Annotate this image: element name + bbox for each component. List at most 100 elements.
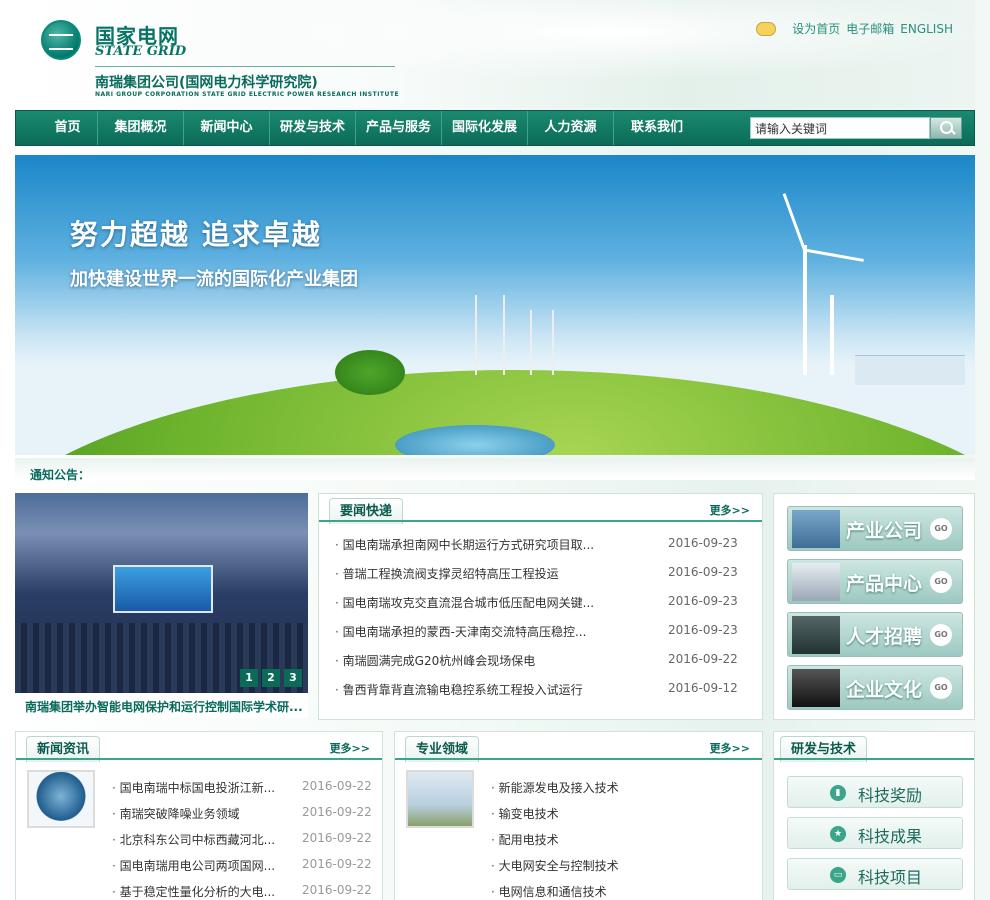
- list-item[interactable]: 基于稳定性量化分析的大电... 2016-09-22: [16, 876, 382, 900]
- company-name-en: NARI GROUP CORPORATION STATE GRID ELECTR…: [95, 91, 400, 98]
- city-skyline: [855, 355, 965, 385]
- news-info-more[interactable]: 更多>>: [330, 740, 370, 756]
- rd-panel: 研发与技术 ▮ 科技奖励 ★ 科技成果 ▭ 科技项目: [773, 731, 975, 900]
- wind-turbine: [830, 295, 834, 375]
- list-item[interactable]: 普瑞工程换流阀支撑灵绍特高压工程投运 2016-09-23: [319, 558, 762, 587]
- item-title[interactable]: 新能源发电及接入技术: [491, 779, 619, 796]
- news-flash-panel: 要闻快递 更多>> 国电南瑞承担南网中长期运行方式研究项目取...2016-09…: [318, 493, 763, 720]
- recruitment-button[interactable]: 人才招聘 GO: [787, 612, 963, 657]
- item-title[interactable]: 国电南瑞攻克交直流混合城市低压配电网关键...: [335, 594, 594, 611]
- photo-slider[interactable]: 1 2 3 南瑞集团举办智能电网保护和运行控制国际学术研...: [15, 493, 308, 718]
- nav-home[interactable]: 首页: [38, 111, 98, 145]
- item-title[interactable]: 普瑞工程换流阀支撑灵绍特高压工程投运: [335, 565, 559, 582]
- item-title[interactable]: 电网信息和通信技术: [491, 883, 607, 900]
- power-tower-icon: [792, 510, 840, 548]
- conference-photo[interactable]: 1 2 3: [15, 493, 308, 693]
- slide-dot-1[interactable]: 1: [240, 669, 258, 687]
- nav-rd-tech[interactable]: 研发与技术: [270, 111, 356, 145]
- wind-turbine: [803, 245, 807, 375]
- list-item[interactable]: 国电南瑞承担的蒙西-天津南交流特高压稳控... 2016-09-23: [319, 616, 762, 645]
- stage-screen: [113, 565, 213, 613]
- photo-caption[interactable]: 南瑞集团举办智能电网保护和运行控制国际学术研...: [25, 698, 305, 715]
- state-grid-logo-icon[interactable]: [41, 20, 81, 60]
- industry-company-button[interactable]: 产业公司 GO: [787, 506, 963, 551]
- nav-group-overview[interactable]: 集团概况: [98, 111, 184, 145]
- nav-international[interactable]: 国际化发展: [442, 111, 528, 145]
- item-date: 2016-09-22: [302, 831, 372, 845]
- item-title[interactable]: 南瑞圆满完成G20杭州峰会现场保电: [335, 652, 536, 669]
- slide-dot-3[interactable]: 3: [284, 669, 302, 687]
- corporate-culture-button[interactable]: 企业文化 GO: [787, 665, 963, 710]
- item-title[interactable]: 国电南瑞承担南网中长期运行方式研究项目取...: [335, 536, 594, 553]
- panel-divider: [319, 520, 762, 522]
- go-icon: GO: [930, 624, 952, 646]
- news-flash-more[interactable]: 更多>>: [710, 502, 750, 518]
- list-item[interactable]: 北京科东公司中标西藏河北... 2016-09-22: [16, 824, 382, 853]
- award-icon: ▮: [830, 785, 846, 801]
- button-label: 产业公司: [846, 520, 923, 542]
- panel-divider: [16, 758, 382, 760]
- tech-project-button[interactable]: ▭ 科技项目: [787, 858, 963, 890]
- go-icon: GO: [930, 677, 952, 699]
- nav-hr[interactable]: 人力资源: [528, 111, 614, 145]
- brand-name-en: STATE GRID: [95, 44, 187, 59]
- product-center-button[interactable]: 产品中心 GO: [787, 559, 963, 604]
- news-info-panel: 新闻资讯 更多>> 国电南瑞中标国电投浙江新...2016-09-22 南瑞突破…: [15, 731, 383, 900]
- search-icon[interactable]: [930, 117, 962, 139]
- item-title[interactable]: 鲁西背靠背直流输电稳控系统工程投入试运行: [335, 681, 583, 698]
- hero-banner[interactable]: 努力超越 追求卓越 加快建设世界一流的国际化产业集团: [15, 155, 975, 455]
- english-link[interactable]: ENGLISH: [900, 22, 953, 36]
- set-home-link[interactable]: 设为首页: [792, 20, 840, 37]
- list-item[interactable]: 电网信息和通信技术: [395, 876, 762, 900]
- item-title[interactable]: 国电南瑞中标国电投浙江新...: [112, 779, 275, 796]
- top-links: 设为首页 电子邮箱 ENGLISH: [756, 20, 953, 37]
- item-title[interactable]: 配用电技术: [491, 831, 559, 848]
- turbine-blade: [804, 248, 864, 262]
- item-date: 2016-09-12: [668, 681, 738, 695]
- fields-panel: 专业领域 更多>> 新能源发电及接入技术 输变电技术 配用电技术 大电网安全与控…: [394, 731, 763, 900]
- monitor-icon: ▭: [830, 867, 846, 883]
- list-item[interactable]: 配用电技术: [395, 824, 762, 853]
- item-title[interactable]: 国电南瑞用电公司两项国网...: [112, 857, 275, 874]
- list-item[interactable]: 国电南瑞攻克交直流混合城市低压配电网关键... 2016-09-23: [319, 587, 762, 616]
- power-tower: [530, 310, 554, 375]
- list-item[interactable]: 输变电技术: [395, 798, 762, 827]
- item-title[interactable]: 国电南瑞承担的蒙西-天津南交流特高压稳控...: [335, 623, 587, 640]
- item-title[interactable]: 南瑞突破降噪业务领域: [112, 805, 240, 822]
- item-title[interactable]: 北京科东公司中标西藏河北...: [112, 831, 275, 848]
- list-item[interactable]: 大电网安全与控制技术: [395, 850, 762, 879]
- quick-links-panel: 产业公司 GO 产品中心 GO 人才招聘 GO 企业文化 GO: [773, 493, 975, 720]
- slide-dot-2[interactable]: 2: [262, 669, 280, 687]
- go-icon: GO: [930, 571, 952, 593]
- item-date: 2016-09-23: [668, 623, 738, 637]
- list-item[interactable]: 鲁西背靠背直流输电稳控系统工程投入试运行 2016-09-12: [319, 674, 762, 703]
- item-title[interactable]: 输变电技术: [491, 805, 559, 822]
- list-item[interactable]: 南瑞突破降噪业务领域 2016-09-22: [16, 798, 382, 827]
- tech-achievement-button[interactable]: ★ 科技成果: [787, 817, 963, 849]
- chat-bubble-icon: [756, 21, 777, 36]
- item-title[interactable]: 基于稳定性量化分析的大电...: [112, 883, 275, 900]
- banner-headline: 努力超越 追求卓越: [70, 218, 322, 251]
- list-item[interactable]: 国电南瑞用电公司两项国网... 2016-09-22: [16, 850, 382, 879]
- fields-more[interactable]: 更多>>: [710, 740, 750, 756]
- panel-divider: [395, 758, 762, 760]
- nav-products-services[interactable]: 产品与服务: [356, 111, 442, 145]
- list-item[interactable]: 南瑞圆满完成G20杭州峰会现场保电 2016-09-22: [319, 645, 762, 674]
- notice-bar: [15, 458, 975, 480]
- notice-label[interactable]: 通知公告：: [30, 466, 90, 483]
- tech-award-button[interactable]: ▮ 科技奖励: [787, 776, 963, 808]
- nav-news-center[interactable]: 新闻中心: [184, 111, 270, 145]
- button-label: 科技成果: [858, 827, 923, 846]
- list-item[interactable]: 国电南瑞中标国电投浙江新... 2016-09-22: [16, 772, 382, 801]
- nav-contact[interactable]: 联系我们: [614, 111, 700, 145]
- email-link[interactable]: 电子邮箱: [846, 20, 894, 37]
- search-input[interactable]: [750, 117, 930, 139]
- list-item[interactable]: 国电南瑞承担南网中长期运行方式研究项目取... 2016-09-23: [319, 529, 762, 558]
- button-label: 科技项目: [858, 868, 923, 887]
- list-item[interactable]: 新能源发电及接入技术: [395, 772, 762, 801]
- item-date: 2016-09-22: [302, 779, 372, 793]
- slide-pager: 1 2 3: [240, 669, 302, 687]
- graduation-cap-icon: [792, 616, 840, 654]
- tree: [335, 350, 405, 395]
- item-title[interactable]: 大电网安全与控制技术: [491, 857, 619, 874]
